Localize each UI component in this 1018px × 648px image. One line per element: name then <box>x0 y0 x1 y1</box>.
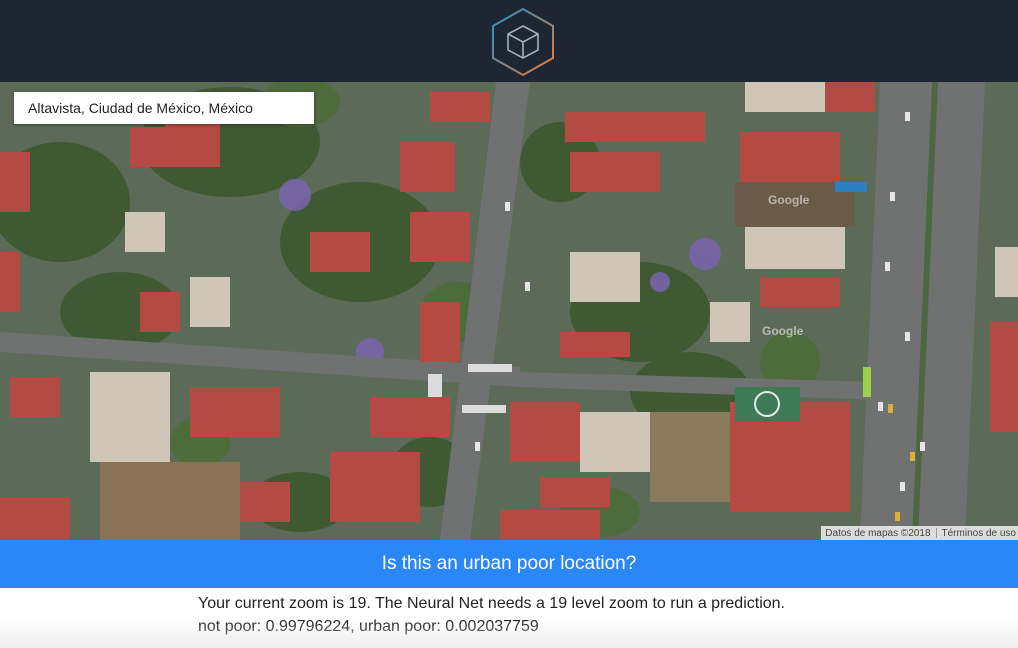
google-watermark: Google <box>768 193 810 207</box>
map-attribution: Datos de mapas ©2018 Términos de uso <box>821 526 1018 540</box>
question-text: Is this an urban poor location? <box>381 553 637 574</box>
address-search-box[interactable]: Altavista, Ciudad de México, México <box>14 92 314 124</box>
results-panel: Your current zoom is 19. The Neural Net … <box>198 592 978 638</box>
prediction-result: not poor: 0.99796224, urban poor: 0.0020… <box>198 618 539 635</box>
satellite-map[interactable]: Google Google <box>0 82 1018 540</box>
attribution-separator <box>935 528 937 538</box>
top-bar <box>0 0 1018 82</box>
terms-of-use-link[interactable]: Términos de uso <box>942 528 1016 539</box>
address-text: Altavista, Ciudad de México, México <box>28 100 253 116</box>
zoom-message: Your current zoom is 19. The Neural Net … <box>198 595 785 612</box>
map-data-attribution: Datos de mapas ©2018 <box>825 527 931 539</box>
cube-icon <box>492 7 554 77</box>
satellite-imagery <box>0 82 1018 540</box>
google-watermark: Google <box>762 324 804 338</box>
question-banner: Is this an urban poor location? <box>0 540 1018 588</box>
